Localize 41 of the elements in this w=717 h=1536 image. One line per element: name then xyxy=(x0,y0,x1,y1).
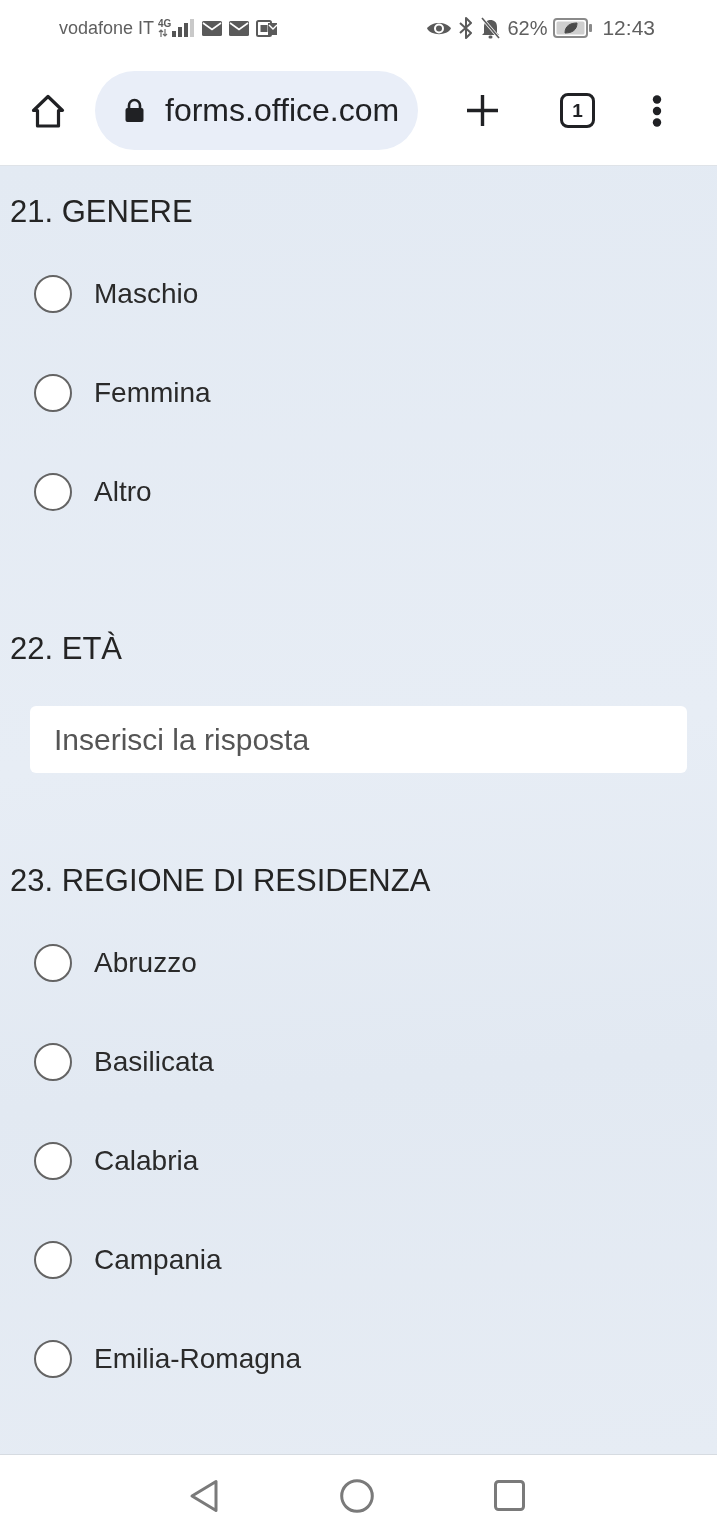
battery-leaf-icon xyxy=(553,18,594,38)
mail-icon xyxy=(229,20,250,36)
home-icon[interactable] xyxy=(30,92,66,129)
option-label: Basilicata xyxy=(94,1045,214,1078)
clock-time: 12:43 xyxy=(602,16,655,40)
option-label: Maschio xyxy=(94,277,199,310)
back-icon[interactable] xyxy=(189,1478,219,1513)
radio-button[interactable] xyxy=(34,1240,72,1279)
battery-percent: 62% xyxy=(507,16,548,40)
answer-field[interactable]: Inserisci la risposta xyxy=(30,706,687,773)
option-label: Campania xyxy=(94,1243,222,1276)
question-title: 23. REGIONE DI RESIDENZA xyxy=(10,862,432,900)
bell-off-icon xyxy=(480,17,502,39)
radio-button[interactable] xyxy=(34,1141,72,1180)
question-title: 22. ETÀ xyxy=(10,630,123,668)
network-type-label: 4G xyxy=(158,19,172,29)
radio-button[interactable] xyxy=(34,943,72,982)
radio-button[interactable] xyxy=(34,274,72,313)
option-label: Calabria xyxy=(94,1144,199,1177)
option-label: Emilia-Romagna xyxy=(94,1342,301,1375)
radio-button[interactable] xyxy=(34,1042,72,1081)
carrier-name: vodafone IT xyxy=(59,17,155,39)
option-label: Femmina xyxy=(94,376,211,409)
address-bar[interactable]: forms.office.com xyxy=(95,71,418,150)
recent-apps-icon[interactable] xyxy=(494,1480,525,1511)
message-tile-icon xyxy=(256,19,279,37)
radio-button[interactable] xyxy=(34,472,72,511)
option-label: Abruzzo xyxy=(94,946,197,979)
radio-button[interactable] xyxy=(34,373,72,412)
question-title: 21. GENERE xyxy=(10,193,194,231)
mail-icon xyxy=(202,20,223,36)
bluetooth-icon xyxy=(458,17,475,39)
home-circle-icon[interactable] xyxy=(340,1478,374,1513)
tab-switcher-button[interactable]: 1 xyxy=(560,93,595,128)
lock-icon xyxy=(124,98,145,123)
option-label: Altro xyxy=(94,475,152,508)
data-arrows-icon xyxy=(158,29,169,37)
radio-button[interactable] xyxy=(34,1339,72,1378)
signal-bars-icon xyxy=(172,19,196,37)
plus-icon[interactable] xyxy=(466,94,499,127)
menu-icon[interactable] xyxy=(652,94,662,127)
